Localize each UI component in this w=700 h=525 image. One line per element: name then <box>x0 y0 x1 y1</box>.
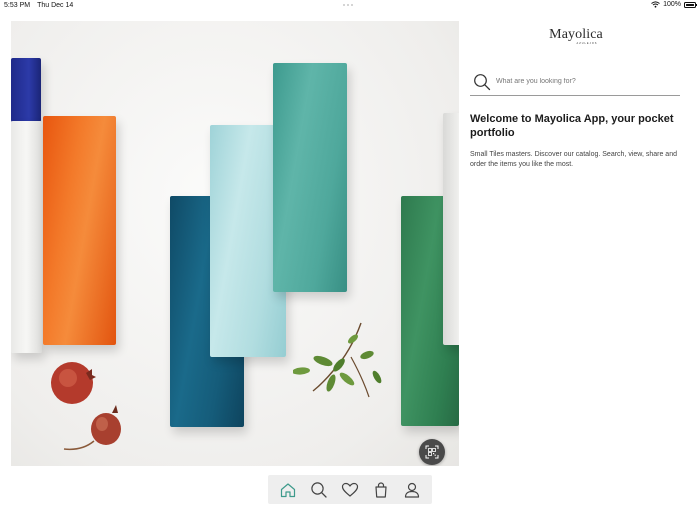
status-bar: 5:53 PM Thu Dec 14 100% <box>0 0 700 12</box>
status-date: Thu Dec 14 <box>37 2 74 9</box>
search-input[interactable] <box>496 78 666 85</box>
tile-white-right <box>443 113 459 345</box>
tile-white-left <box>11 121 42 353</box>
tab-home[interactable] <box>275 477 301 503</box>
user-icon <box>405 482 420 498</box>
wifi-icon <box>651 1 660 8</box>
bag-icon <box>375 481 387 498</box>
search-icon <box>311 481 327 498</box>
heart-icon <box>341 482 359 497</box>
tab-profile[interactable] <box>399 477 425 503</box>
tab-cart[interactable] <box>368 477 394 503</box>
tile-sea-green <box>273 63 347 292</box>
home-icon <box>280 482 295 497</box>
status-time: 5:53 PM <box>4 2 31 9</box>
brand-name: Mayolica <box>549 27 603 42</box>
search-icon <box>474 73 491 90</box>
search-bar[interactable] <box>470 68 680 96</box>
brand-logo: Mayolica AZULEJOS <box>548 27 604 45</box>
tab-search[interactable] <box>306 477 332 503</box>
qr-scan-icon <box>425 445 439 459</box>
multitasking-dots[interactable] <box>343 4 353 6</box>
leaf-sprig-illustration <box>293 322 382 398</box>
tile-navy <box>11 58 41 122</box>
welcome-title: Welcome to Mayolica App, your pocket por… <box>470 113 674 139</box>
battery-percent: 100% <box>663 1 681 8</box>
status-right: 100% <box>651 1 697 8</box>
tile-orange <box>43 116 116 345</box>
pomegranate-illustration <box>51 362 121 451</box>
battery-icon <box>684 1 697 8</box>
welcome-text: Small Tiles masters. Discover our catalo… <box>470 151 677 168</box>
status-left: 5:53 PM Thu Dec 14 <box>4 2 73 9</box>
bottom-tab-bar <box>268 475 432 504</box>
qr-scan-button[interactable] <box>419 439 445 465</box>
hero-image <box>11 21 459 466</box>
tab-favorites[interactable] <box>337 477 363 503</box>
